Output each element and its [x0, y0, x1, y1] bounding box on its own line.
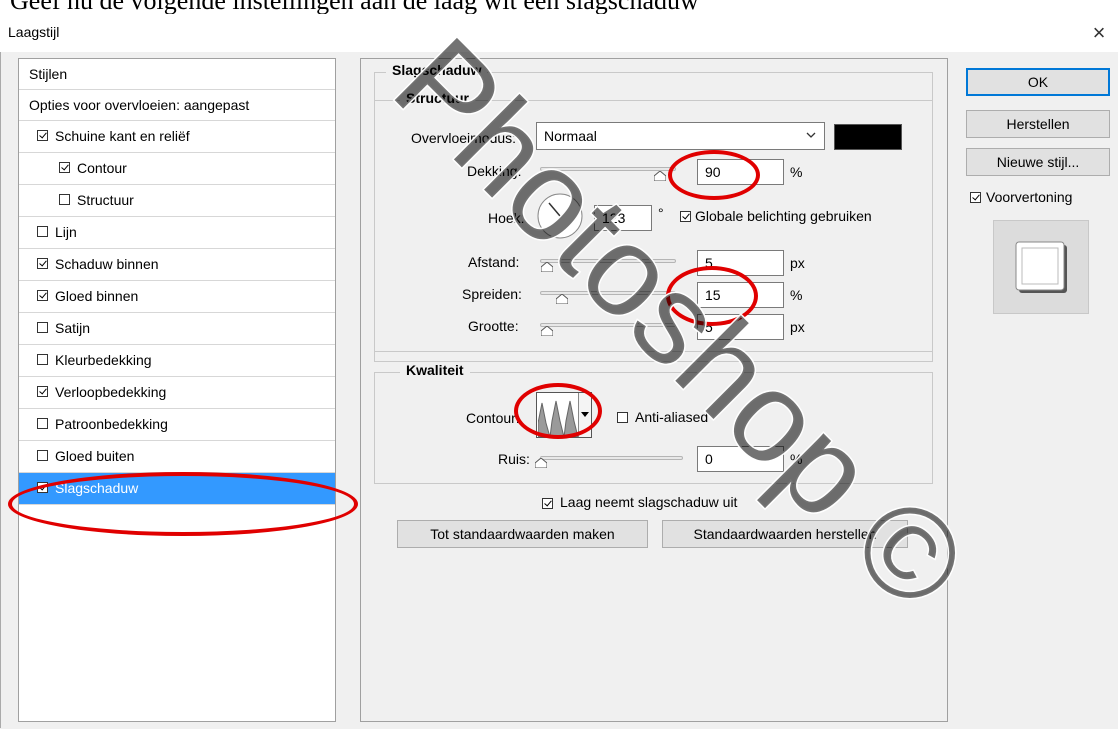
size-slider[interactable] [540, 323, 676, 327]
distance-unit: px [790, 255, 805, 271]
anti-alias-checkbox[interactable] [617, 412, 628, 423]
style-item[interactable]: Contour [19, 153, 335, 185]
shadow-color-swatch[interactable] [834, 124, 902, 150]
angle-label: Hoek: [488, 210, 525, 226]
style-item-checkbox[interactable] [59, 162, 70, 173]
size-label: Grootte: [468, 318, 519, 334]
top-caption-strip: Geef nu de volgende instellingen aan de … [0, 0, 1118, 14]
noise-slider-thumb[interactable] [535, 458, 547, 468]
style-item-label: Schaduw binnen [55, 256, 159, 272]
style-preview [993, 220, 1089, 314]
global-light-label: Globale belichting gebruiken [695, 208, 872, 224]
top-caption-text: Geef nu de volgende instellingen aan de … [10, 0, 699, 14]
opacity-label: Dekking: [467, 163, 522, 179]
style-item[interactable]: Kleurbedekking [19, 345, 335, 377]
style-item-label: Kleurbedekking [55, 352, 152, 368]
noise-value: 0 [705, 451, 713, 467]
style-item[interactable]: Schuine kant en reliëf [19, 121, 335, 153]
style-item[interactable]: Structuur [19, 185, 335, 217]
style-item[interactable]: Schaduw binnen [19, 249, 335, 281]
knocks-out-label: Laag neemt slagschaduw uit [560, 494, 738, 510]
style-item-checkbox[interactable] [37, 130, 48, 141]
style-item[interactable]: Patroonbedekking [19, 409, 335, 441]
quality-group [374, 372, 933, 484]
new-style-button[interactable]: Nieuwe stijl... [966, 148, 1110, 176]
angle-dial-icon[interactable] [536, 192, 584, 240]
blend-options-label: Opties voor overvloeien: aangepast [29, 97, 250, 113]
style-item[interactable]: Lijn [19, 217, 335, 249]
style-item-label: Schuine kant en reliëf [55, 128, 190, 144]
distance-label: Afstand: [468, 254, 520, 270]
angle-value: 123 [602, 210, 626, 226]
noise-slider[interactable] [540, 456, 683, 460]
style-item-checkbox[interactable] [37, 418, 48, 429]
global-light-checkbox[interactable] [680, 211, 691, 222]
style-item-checkbox[interactable] [37, 450, 48, 461]
ok-button[interactable]: OK [966, 68, 1110, 96]
style-item-checkbox[interactable] [59, 194, 70, 205]
style-item-checkbox[interactable] [37, 226, 48, 237]
preview-checkbox[interactable] [970, 192, 981, 203]
style-item-label: Patroonbedekking [55, 416, 168, 432]
style-item-label: Structuur [77, 192, 134, 208]
style-item-checkbox[interactable] [37, 322, 48, 333]
blend-mode-select[interactable]: Normaal [536, 122, 825, 150]
style-item[interactable]: Gloed buiten [19, 441, 335, 473]
knocks-out-checkbox[interactable] [542, 498, 553, 509]
angle-field[interactable]: 123 [594, 205, 652, 231]
styles-header-label: Stijlen [29, 66, 68, 82]
structure-title: Structuur [400, 90, 475, 106]
style-item[interactable]: Verloopbedekking [19, 377, 335, 409]
noise-label: Ruis: [498, 451, 530, 467]
anti-alias-label: Anti-aliased [635, 409, 709, 425]
spread-unit: % [790, 287, 803, 303]
highlight-spread [666, 266, 758, 326]
opacity-unit: % [790, 164, 803, 180]
highlight-drop-shadow-item [8, 472, 358, 536]
spread-label: Spreiden: [462, 286, 522, 302]
dialog-titlebar: Laagstijl × [0, 14, 1118, 52]
layer-preview-icon [1015, 241, 1067, 293]
styles-list: Stijlen Opties voor overvloeien: aangepa… [18, 58, 336, 722]
distance-slider-thumb[interactable] [541, 262, 553, 272]
close-icon[interactable]: × [1084, 18, 1114, 48]
spread-slider-thumb[interactable] [556, 294, 568, 304]
style-item[interactable]: Satijn [19, 313, 335, 345]
style-item-checkbox[interactable] [37, 386, 48, 397]
style-item-label: Contour [77, 160, 127, 176]
dialog-title: Laagstijl [8, 24, 60, 40]
make-default-button[interactable]: Tot standaardwaarden maken [397, 520, 648, 548]
size-slider-thumb[interactable] [541, 326, 553, 336]
noise-field[interactable]: 0 [697, 446, 784, 472]
preview-label: Voorvertoning [986, 189, 1073, 205]
size-unit: px [790, 319, 805, 335]
chevron-down-icon [806, 132, 816, 138]
styles-header[interactable]: Stijlen [19, 59, 335, 90]
highlight-contour [514, 383, 602, 439]
style-item-checkbox[interactable] [37, 258, 48, 269]
style-item-checkbox[interactable] [37, 290, 48, 301]
contour-label: Contour: [466, 410, 520, 426]
angle-unit: ° [658, 205, 664, 221]
reset-default-button[interactable]: Standaardwaarden herstellen [662, 520, 908, 548]
style-item-label: Verloopbedekking [55, 384, 167, 400]
style-item-label: Gloed buiten [55, 448, 135, 464]
style-item[interactable]: Gloed binnen [19, 281, 335, 313]
style-item-label: Gloed binnen [55, 288, 139, 304]
blend-options-item[interactable]: Opties voor overvloeien: aangepast [19, 90, 335, 121]
highlight-opacity [668, 150, 760, 200]
blend-mode-label: Overvloeimodus: [411, 130, 517, 146]
blend-mode-value: Normaal [544, 128, 597, 144]
quality-title: Kwaliteit [400, 362, 470, 378]
drop-shadow-title: Slagschaduw [386, 62, 488, 78]
reset-button[interactable]: Herstellen [966, 110, 1110, 138]
noise-unit: % [790, 451, 803, 467]
style-item-label: Lijn [55, 224, 77, 240]
distance-slider[interactable] [540, 259, 676, 263]
style-item-checkbox[interactable] [37, 354, 48, 365]
opacity-slider-thumb[interactable] [654, 171, 666, 181]
style-item-label: Satijn [55, 320, 91, 336]
